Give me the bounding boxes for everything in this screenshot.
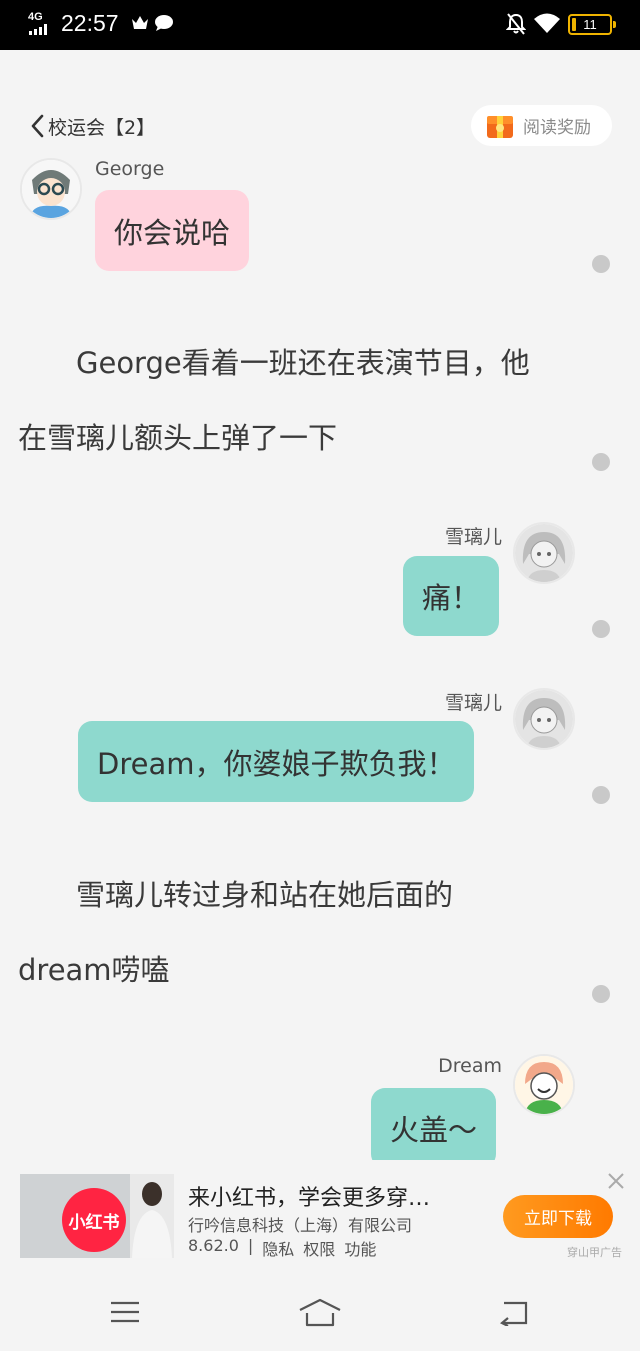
narration-line: dream唠嗑 (18, 953, 170, 987)
chevron-left-icon (31, 114, 44, 138)
ad-banner[interactable]: 小红书 来小红书，学会更多穿… 行吟信息科技（上海）有限公司 8.62.0 | … (0, 1160, 640, 1272)
message-bubble[interactable]: 痛！ (403, 556, 500, 636)
chapter-title: 校运会【2】 (48, 116, 156, 139)
app-version: 8.62.0 (188, 1236, 239, 1255)
paragraph-comment-dot[interactable] (592, 255, 610, 273)
message-bubble[interactable]: Dream，你婆娘子欺负我！ (78, 721, 475, 802)
meta-divider: | (247, 1236, 254, 1255)
paragraph-comment-dot[interactable] (592, 985, 610, 1003)
ad-meta: 8.62.0 | 隐私 权限 功能 (188, 1236, 376, 1260)
message-bubble[interactable]: 火盖～ (371, 1088, 497, 1168)
avatar-dream[interactable] (513, 1054, 575, 1116)
navigation-bar (0, 1272, 640, 1351)
home-icon[interactable] (298, 1298, 342, 1328)
reading-reward-button[interactable]: 阅读奖励 (471, 105, 612, 146)
narration-line: 在雪璃儿额头上弹了一下 (18, 421, 338, 455)
chat-icon (155, 15, 173, 31)
paragraph-comment-dot[interactable] (592, 620, 610, 638)
status-time: 22:57 (61, 10, 119, 36)
ad-source-label: 穿山甲广告 (567, 1246, 622, 1259)
permissions-link[interactable]: 权限 (303, 1236, 335, 1260)
avatar-xueli[interactable] (513, 522, 575, 584)
close-icon[interactable] (607, 1172, 625, 1190)
battery-icon: 11 (568, 14, 616, 35)
narration-line: George看着一班还在表演节目，他 (18, 346, 530, 380)
narration-line: 雪璃儿转过身和站在她后面的 (18, 878, 454, 912)
gift-box-icon (487, 115, 513, 138)
mute-bell-icon (506, 13, 526, 35)
network-type: 4G (28, 11, 43, 23)
download-button[interactable]: 立即下载 (503, 1195, 613, 1238)
message-bubble[interactable]: 你会说哈 (95, 190, 250, 271)
crown-icon (132, 16, 148, 29)
avatar-george[interactable] (20, 158, 82, 220)
status-bar: 4G 22:57 11 (0, 0, 640, 50)
sender-name: 雪璃儿 (444, 692, 502, 714)
signal-icon: 4G (27, 11, 53, 36)
wifi-icon (534, 13, 560, 33)
battery-level: 11 (583, 17, 597, 32)
xiaohongshu-logo: 小红书 (62, 1188, 126, 1252)
menu-icon[interactable] (110, 1300, 140, 1324)
back-button[interactable]: 校运会【2】 (30, 110, 155, 142)
features-link[interactable]: 功能 (344, 1236, 376, 1260)
ad-company: 行吟信息科技（上海）有限公司 (188, 1216, 413, 1235)
paragraph-comment-dot[interactable] (592, 786, 610, 804)
avatar-xueli[interactable] (513, 688, 575, 750)
sender-name: George (95, 158, 165, 180)
sender-name: Dream (438, 1055, 502, 1077)
sender-name: 雪璃儿 (444, 526, 502, 548)
paragraph-comment-dot[interactable] (592, 453, 610, 471)
reading-reward-label: 阅读奖励 (523, 118, 591, 138)
ad-image[interactable]: 小红书 (20, 1174, 174, 1258)
back-nav-icon[interactable] (498, 1300, 530, 1326)
ad-title[interactable]: 来小红书，学会更多穿… (188, 1180, 430, 1212)
privacy-link[interactable]: 隐私 (262, 1236, 294, 1260)
